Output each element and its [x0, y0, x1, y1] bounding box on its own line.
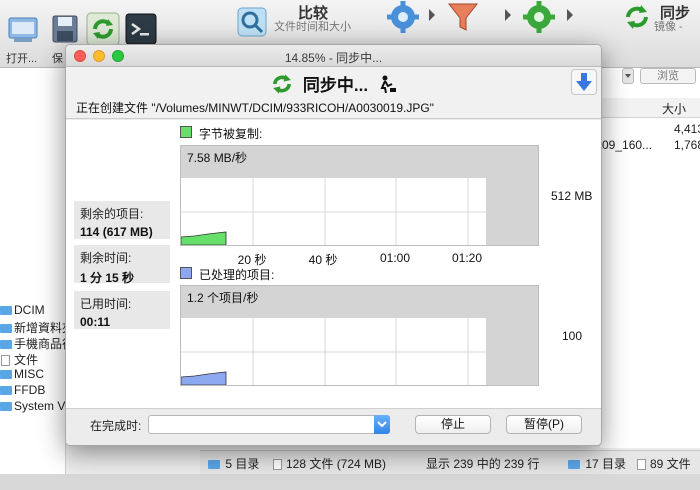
file-size-cell: 1,768 — [674, 138, 700, 152]
dialog-header: 同步中... 正在创建文件 "/Volumes/MINWT/DCIM/933RI… — [66, 67, 601, 119]
items-processed-chart: 1.2 个项目/秒 — [180, 285, 539, 386]
bytes-rate-label: 7.58 MB/秒 — [187, 151, 248, 165]
gear-icon[interactable] — [522, 0, 556, 34]
progress-area — [181, 231, 227, 245]
folder-icon — [0, 386, 12, 395]
gear-icon[interactable] — [386, 0, 420, 34]
creating-file-text: 正在创建文件 "/Volumes/MINWT/DCIM/933RICOH/A00… — [76, 101, 434, 115]
save-icon[interactable] — [48, 12, 82, 46]
tree-item[interactable]: FFDB — [0, 383, 66, 399]
folder-icon — [0, 402, 12, 411]
sync-icon — [273, 74, 292, 94]
sync-sub-label: 镜像 - — [654, 21, 683, 33]
bytes-legend-swatch — [180, 126, 192, 138]
dropdown-chevron-icon[interactable] — [622, 68, 634, 84]
left-folder-tree: DCIM 新增資料夾 手機商品行 文件 MISC FFDB System V — [0, 260, 66, 490]
folder-icon — [208, 460, 220, 469]
remaining-time-value: 1 分 15 秒 — [80, 271, 135, 285]
remaining-time-box: 剩余时间: 1 分 15 秒 — [74, 245, 170, 285]
tree-item[interactable]: 新增資料夾 — [0, 319, 66, 335]
files-right: 89 文件 — [636, 455, 691, 472]
dirs-left: 5 目录 — [208, 455, 259, 472]
progress-area — [181, 371, 227, 385]
bytes-copied-chart: 7.58 MB/秒 — [180, 145, 539, 246]
remaining-items-value: 114 (617 MB) — [80, 225, 153, 239]
items-ymax-label: 100 — [562, 329, 583, 343]
bytes-ymax-label: 512 MB — [551, 189, 593, 203]
elapsed-time-label: 已用时间: — [80, 297, 132, 311]
tree-item[interactable]: 手機商品行 — [0, 335, 66, 351]
filter-icon[interactable] — [446, 0, 480, 34]
chevron-down-icon[interactable] — [374, 415, 390, 434]
document-icon — [637, 459, 646, 470]
folder-icon — [568, 460, 580, 469]
bytes-legend-label: 字节被复制: — [199, 127, 263, 141]
rows-shown: 显示 239 中的 239 行 — [426, 457, 540, 471]
worker-icon — [380, 75, 396, 94]
chart-unused-region — [486, 286, 538, 385]
on-complete-select[interactable] — [148, 415, 390, 434]
open-icon[interactable] — [6, 12, 40, 46]
tree-item[interactable]: System V — [0, 399, 66, 415]
folder-icon — [0, 324, 12, 333]
dialog-titlebar[interactable]: 14.85% - 同步中... — [66, 45, 601, 67]
chevron-right-icon[interactable] — [566, 8, 574, 22]
x-tick-label: 40 秒 — [308, 253, 338, 267]
dialog-footer: 在完成时: 停止 暂停(P) — [66, 408, 601, 445]
chevron-right-icon[interactable] — [428, 8, 436, 22]
save-label[interactable]: 保 — [52, 50, 63, 66]
expand-down-icon[interactable] — [571, 69, 597, 95]
chart-unused-region — [486, 146, 538, 245]
folder-icon — [0, 370, 12, 379]
elapsed-time-box: 已用时间: 00:11 — [74, 291, 170, 329]
pause-button[interactable]: 暂停(P) — [506, 415, 582, 434]
bottom-toolbar-strip — [0, 474, 700, 490]
status-bar: 5 目录 128 文件 (724 MB) 显示 239 中的 239 行 17 … — [200, 450, 700, 474]
remaining-items-box: 剩余的项目: 114 (617 MB) — [74, 201, 170, 239]
dirs-right: 17 目录 — [568, 455, 626, 472]
sync-progress-dialog: 14.85% - 同步中... 同步中... 正在创建文件 "/Volumes/… — [65, 44, 602, 446]
files-left: 128 文件 (724 MB) — [272, 455, 386, 472]
browse-button[interactable]: 浏览 — [640, 68, 696, 84]
folder-icon — [0, 306, 12, 315]
size-column-header[interactable]: 大小 — [600, 98, 700, 118]
x-tick-label: 01:20 — [451, 251, 483, 265]
document-icon — [1, 355, 10, 366]
compare-sub-label: 文件时间和大小 — [274, 21, 351, 33]
sync-icon[interactable] — [622, 2, 652, 32]
sync-heading: 同步中... — [66, 71, 601, 96]
document-icon — [273, 459, 282, 470]
window-title: 14.85% - 同步中... — [284, 51, 383, 65]
stop-button[interactable]: 停止 — [415, 415, 491, 434]
tree-item[interactable]: 文件 — [0, 351, 66, 367]
compare-icon[interactable] — [236, 6, 268, 38]
chevron-right-icon[interactable] — [504, 8, 512, 22]
items-legend-swatch — [180, 267, 192, 279]
tree-item[interactable]: DCIM — [0, 303, 66, 319]
on-complete-label: 在完成时: — [90, 419, 142, 433]
remaining-time-label: 剩余时间: — [80, 251, 132, 265]
terminal-icon[interactable] — [124, 12, 158, 46]
open-label[interactable]: 打开... — [6, 50, 37, 66]
tree-item[interactable]: MISC — [0, 367, 66, 383]
file-name-cell: 09_160... — [602, 138, 653, 152]
folder-icon — [0, 340, 12, 349]
elapsed-time-value: 00:11 — [80, 315, 111, 329]
right-file-panel: 浏览 大小 4,413 09_160... 1,768 — [600, 68, 700, 448]
heading-text: 同步中... — [302, 76, 369, 95]
file-size-cell: 4,413 — [674, 122, 700, 136]
items-legend-label: 已处理的项目: — [199, 268, 275, 282]
dialog-body: 剩余的项目: 114 (617 MB) 剩余时间: 1 分 15 秒 已用时间:… — [66, 120, 601, 408]
left-panel-top — [0, 68, 66, 260]
remaining-items-label: 剩余的项目: — [80, 207, 144, 221]
x-tick-label: 01:00 — [379, 251, 411, 265]
refresh-icon[interactable] — [86, 12, 120, 46]
items-rate-label: 1.2 个项目/秒 — [187, 291, 259, 305]
